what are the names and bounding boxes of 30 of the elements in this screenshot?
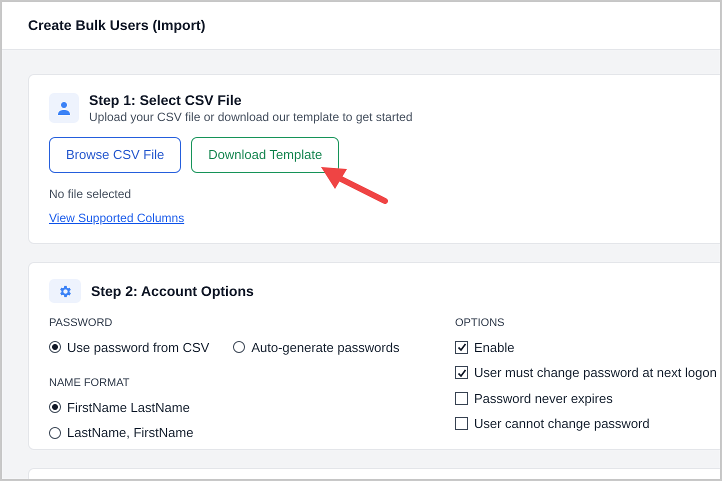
radio-option[interactable]: Auto-generate passwords [233, 338, 400, 357]
section-label: OPTIONS [455, 316, 506, 331]
user-icon [49, 93, 79, 123]
checkbox-option[interactable]: User must change password at next logon [455, 363, 717, 382]
arrow-drawing [319, 165, 391, 207]
checkbox-option[interactable]: User cannot change password [455, 414, 717, 434]
checkbox[interactable] [455, 340, 468, 354]
checkbox[interactable] [455, 366, 468, 380]
checkbox-option[interactable]: Enable [455, 338, 717, 357]
step-title: Step 1: Select CSV File [89, 91, 242, 109]
supported-columns-link[interactable]: View Supported Columns [49, 209, 184, 227]
step-title: Step 2: Account Options [91, 282, 254, 301]
radio-button[interactable] [49, 341, 61, 354]
radio-button[interactable] [49, 401, 61, 414]
checkbox[interactable] [455, 417, 468, 430]
step-subtitle: Upload your CSV file or download our template to get started [89, 109, 413, 125]
section-label: NAME FORMAT [49, 376, 130, 391]
radio-option[interactable]: FirstName LastName [49, 398, 455, 417]
download-button[interactable]: Download Template [191, 137, 340, 173]
checkbox[interactable] [455, 392, 468, 405]
gear-icon [49, 279, 81, 303]
radio-option[interactable]: LastName, FirstName [49, 423, 455, 442]
radio-button[interactable] [233, 341, 246, 354]
file-status: No file selected [49, 186, 132, 203]
checkbox-option[interactable]: Password never expires [455, 388, 717, 408]
page-title: Create Bulk Users (Import) [28, 16, 206, 35]
section-label: PASSWORD [49, 316, 114, 331]
browse-button[interactable]: Browse CSV File [49, 137, 182, 173]
radio-button[interactable] [49, 426, 61, 439]
radio-option[interactable]: Use password from CSV [49, 338, 210, 357]
